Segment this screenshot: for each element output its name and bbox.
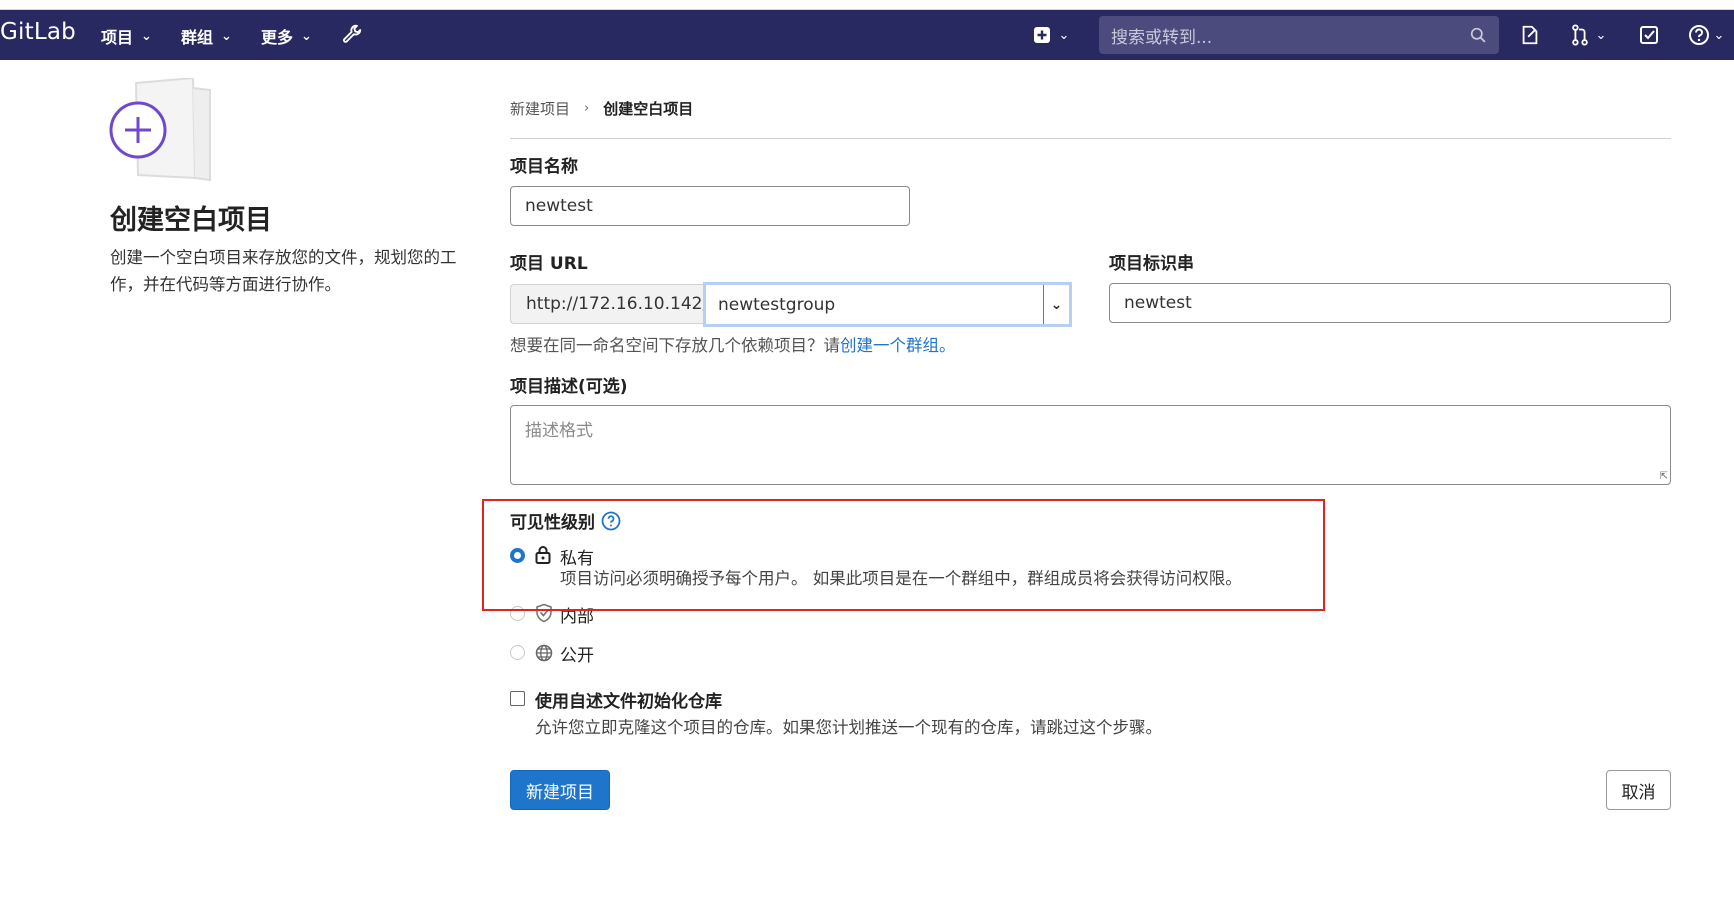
visibility-internal-radio[interactable] <box>510 606 525 621</box>
blank-project-illustration <box>109 78 211 182</box>
search-input[interactable]: 搜索或转到... <box>1099 16 1499 54</box>
create-project-button[interactable]: 新建项目 <box>510 770 610 810</box>
chevron-down-icon: ⌄ <box>1595 27 1607 43</box>
visibility-level-label: 可见性级别 <box>510 508 621 533</box>
merge-requests-icon[interactable]: ⌄ <box>1564 22 1612 48</box>
admin-wrench-icon[interactable] <box>337 22 367 48</box>
group-hint: 想要在同一命名空间下存放几个依赖项目？请创建一个群组。 <box>510 332 956 356</box>
project-name-label: 项目名称 <box>510 157 578 177</box>
create-new-dropdown[interactable]: ⌄ <box>1027 22 1075 48</box>
readme-checkbox[interactable] <box>510 691 525 706</box>
gitlab-logo[interactable]: GitLab <box>0 19 76 45</box>
chevron-down-icon: ⌄ <box>221 28 232 44</box>
page-title: 创建空白项目 <box>110 205 272 236</box>
todos-icon[interactable] <box>1634 22 1664 48</box>
nav-menu-projects-label: 项目 <box>101 28 134 47</box>
shield-icon <box>536 603 552 623</box>
readme-description: 允许您立即克隆这个项目的仓库。如果您计划推送一个现有的仓库，请跳过这个步骤。 <box>535 718 1162 737</box>
visibility-public-radio[interactable] <box>510 645 525 660</box>
help-circle-icon[interactable] <box>601 511 621 531</box>
breadcrumb: 新建项目 › 创建空白项目 <box>510 98 693 119</box>
nav-menu-projects[interactable]: 项目 ⌄ <box>101 24 152 48</box>
help-icon[interactable]: ⌄ <box>1682 22 1730 48</box>
nav-menu-groups[interactable]: 群组 ⌄ <box>181 24 232 48</box>
breadcrumb-current[interactable]: 创建空白项目 <box>603 98 693 119</box>
project-description-placeholder: 描述格式 <box>525 421 593 441</box>
project-description-label: 项目描述(可选) <box>510 377 628 397</box>
resize-handle-icon[interactable]: ⇱ <box>1660 471 1668 482</box>
namespace-select[interactable]: newtestgroup ⌄ <box>703 282 1072 327</box>
nav-menu-more-label: 更多 <box>261 28 294 47</box>
visibility-private-description: 项目访问必须明确授予每个用户。 如果此项目是在一个群组中，群组成员将会获得访问权… <box>560 569 1242 588</box>
project-description-textarea[interactable]: 描述格式 ⇱ <box>510 405 1671 485</box>
readme-label[interactable]: 使用自述文件初始化仓库 <box>535 687 722 712</box>
create-group-link[interactable]: 创建一个群组。 <box>840 336 956 355</box>
project-url-label: 项目 URL <box>510 254 588 274</box>
visibility-public-label[interactable]: 公开 <box>560 641 594 666</box>
visibility-private-radio[interactable] <box>510 548 525 563</box>
page-description: 创建一个空白项目来存放您的文件，规划您的工作，并在代码等方面进行协作。 <box>110 248 457 294</box>
globe-icon <box>535 644 553 662</box>
chevron-down-icon: ⌄ <box>1713 27 1725 43</box>
search-icon <box>1470 27 1486 43</box>
visibility-level-text: 可见性级别 <box>510 513 595 533</box>
issues-icon[interactable] <box>1515 22 1545 48</box>
nav-menu-groups-label: 群组 <box>181 28 214 47</box>
project-name-input[interactable]: newtest <box>510 186 910 226</box>
chevron-down-icon: ⌄ <box>1043 285 1069 324</box>
nav-menu-more[interactable]: 更多 ⌄ <box>261 24 312 48</box>
breadcrumb-divider <box>510 138 1671 139</box>
window-top-border <box>0 0 1734 10</box>
project-slug-value: newtest <box>1124 293 1192 313</box>
chevron-right-icon: › <box>584 101 590 116</box>
project-url-prefix: http://172.16.10.142/ <box>510 284 708 324</box>
lock-icon <box>535 546 551 564</box>
search-placeholder: 搜索或转到... <box>1111 27 1213 48</box>
chevron-down-icon: ⌄ <box>141 28 152 44</box>
visibility-internal-label[interactable]: 内部 <box>560 602 594 627</box>
project-name-value: newtest <box>525 196 593 216</box>
project-slug-input[interactable]: newtest <box>1109 283 1671 323</box>
top-navbar: GitLab 项目 ⌄ 群组 ⌄ 更多 ⌄ ⌄ 搜索或转到... ⌄ ⌄ <box>0 10 1734 60</box>
plus-square-icon <box>1033 27 1050 43</box>
group-hint-text: 想要在同一命名空间下存放几个依赖项目？请 <box>510 336 840 355</box>
project-slug-label: 项目标识串 <box>1109 254 1194 274</box>
cancel-button[interactable]: 取消 <box>1606 770 1671 810</box>
chevron-down-icon: ⌄ <box>301 28 312 44</box>
breadcrumb-new-project[interactable]: 新建项目 <box>510 98 570 119</box>
chevron-down-icon: ⌄ <box>1058 27 1070 43</box>
namespace-value: newtestgroup <box>718 294 836 315</box>
